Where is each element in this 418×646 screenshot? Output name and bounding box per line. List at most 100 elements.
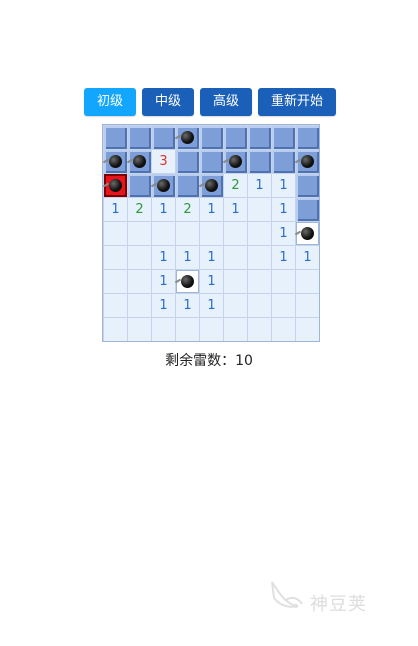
minesweeper-board: 3211121211111111111111 — [102, 124, 320, 342]
cell-r6-c8[interactable]: 1 — [272, 246, 295, 269]
cell-r4-c7[interactable] — [248, 198, 271, 221]
cell-r8-c3[interactable]: 1 — [152, 294, 175, 317]
cell-r6-c1[interactable] — [104, 246, 127, 269]
cell-r8-c4[interactable]: 1 — [176, 294, 199, 317]
cell-r7-c1[interactable] — [104, 270, 127, 293]
cell-r7-c4[interactable] — [176, 270, 199, 293]
cell-number: 1 — [207, 298, 216, 313]
cell-r9-c8[interactable] — [272, 318, 295, 341]
remaining-mines-counter: 剩余雷数：10 — [165, 353, 253, 369]
cell-r2-c6[interactable] — [224, 150, 247, 173]
cell-r9-c3[interactable] — [152, 318, 175, 341]
cell-r8-c5[interactable]: 1 — [200, 294, 223, 317]
cell-r3-c6[interactable]: 2 — [224, 174, 247, 197]
cell-r4-c1[interactable]: 1 — [104, 198, 127, 221]
cell-r8-c7[interactable] — [248, 294, 271, 317]
cell-r2-c4[interactable] — [176, 150, 199, 173]
cell-r2-c5[interactable] — [200, 150, 223, 173]
cell-number: 2 — [183, 202, 192, 217]
cell-number: 3 — [159, 154, 168, 169]
cell-r7-c3[interactable]: 1 — [152, 270, 175, 293]
cell-r2-c8[interactable] — [272, 150, 295, 173]
cell-r5-c3[interactable] — [152, 222, 175, 245]
difficulty-toolbar: 初级 中级 高级 重新开始 — [84, 88, 336, 116]
cell-r5-c9[interactable] — [296, 222, 319, 245]
cell-r3-c1[interactable] — [104, 174, 127, 197]
cell-r3-c4[interactable] — [176, 174, 199, 197]
cell-r3-c8[interactable]: 1 — [272, 174, 295, 197]
cell-r7-c8[interactable] — [272, 270, 295, 293]
cell-r4-c6[interactable]: 1 — [224, 198, 247, 221]
cell-r4-c4[interactable]: 2 — [176, 198, 199, 221]
cell-r6-c6[interactable] — [224, 246, 247, 269]
cell-r6-c3[interactable]: 1 — [152, 246, 175, 269]
cell-r2-c9[interactable] — [296, 150, 319, 173]
cell-r8-c6[interactable] — [224, 294, 247, 317]
cell-r1-c2[interactable] — [128, 126, 151, 149]
cell-r9-c4[interactable] — [176, 318, 199, 341]
cell-r1-c7[interactable] — [248, 126, 271, 149]
cell-number: 1 — [159, 298, 168, 313]
cell-r6-c4[interactable]: 1 — [176, 246, 199, 269]
cell-r4-c5[interactable]: 1 — [200, 198, 223, 221]
cell-r5-c5[interactable] — [200, 222, 223, 245]
watermark: 神豆荚 — [262, 574, 392, 624]
cell-r7-c9[interactable] — [296, 270, 319, 293]
cell-r7-c7[interactable] — [248, 270, 271, 293]
cell-r7-c5[interactable]: 1 — [200, 270, 223, 293]
cell-r3-c9[interactable] — [296, 174, 319, 197]
cell-r5-c7[interactable] — [248, 222, 271, 245]
mine-icon — [109, 155, 122, 168]
cell-r9-c7[interactable] — [248, 318, 271, 341]
cell-r4-c2[interactable]: 2 — [128, 198, 151, 221]
cell-r3-c7[interactable]: 1 — [248, 174, 271, 197]
cell-r9-c6[interactable] — [224, 318, 247, 341]
cell-r3-c2[interactable] — [128, 174, 151, 197]
cell-r3-c3[interactable] — [152, 174, 175, 197]
cell-r6-c2[interactable] — [128, 246, 151, 269]
cell-r1-c9[interactable] — [296, 126, 319, 149]
cell-r9-c9[interactable] — [296, 318, 319, 341]
cell-number: 1 — [279, 202, 288, 217]
advanced-button[interactable]: 高级 — [200, 88, 252, 116]
cell-r9-c5[interactable] — [200, 318, 223, 341]
cell-r1-c5[interactable] — [200, 126, 223, 149]
cell-r6-c9[interactable]: 1 — [296, 246, 319, 269]
cell-r9-c2[interactable] — [128, 318, 151, 341]
cell-r2-c2[interactable] — [128, 150, 151, 173]
cell-r6-c7[interactable] — [248, 246, 271, 269]
mine-icon — [229, 155, 242, 168]
cell-r4-c8[interactable]: 1 — [272, 198, 295, 221]
cell-r8-c8[interactable] — [272, 294, 295, 317]
cell-r7-c6[interactable] — [224, 270, 247, 293]
cell-r1-c4[interactable] — [176, 126, 199, 149]
cell-number: 1 — [279, 226, 288, 241]
cell-r4-c3[interactable]: 1 — [152, 198, 175, 221]
cell-r7-c2[interactable] — [128, 270, 151, 293]
cell-r5-c1[interactable] — [104, 222, 127, 245]
cell-r9-c1[interactable] — [104, 318, 127, 341]
mine-icon — [181, 131, 194, 144]
cell-r5-c6[interactable] — [224, 222, 247, 245]
cell-r3-c5[interactable] — [200, 174, 223, 197]
cell-r2-c3[interactable]: 3 — [152, 150, 175, 173]
beginner-button[interactable]: 初级 — [84, 88, 136, 116]
cell-r4-c9[interactable] — [296, 198, 319, 221]
mine-icon — [133, 155, 146, 168]
cell-r2-c1[interactable] — [104, 150, 127, 173]
cell-number: 1 — [207, 250, 216, 265]
cell-r5-c4[interactable] — [176, 222, 199, 245]
cell-r8-c2[interactable] — [128, 294, 151, 317]
cell-r1-c3[interactable] — [152, 126, 175, 149]
cell-r5-c2[interactable] — [128, 222, 151, 245]
intermediate-button[interactable]: 中级 — [142, 88, 194, 116]
cell-r1-c1[interactable] — [104, 126, 127, 149]
cell-r5-c8[interactable]: 1 — [272, 222, 295, 245]
cell-r6-c5[interactable]: 1 — [200, 246, 223, 269]
cell-r8-c9[interactable] — [296, 294, 319, 317]
cell-r2-c7[interactable] — [248, 150, 271, 173]
cell-r1-c6[interactable] — [224, 126, 247, 149]
cell-r8-c1[interactable] — [104, 294, 127, 317]
restart-button[interactable]: 重新开始 — [258, 88, 336, 116]
cell-r1-c8[interactable] — [272, 126, 295, 149]
